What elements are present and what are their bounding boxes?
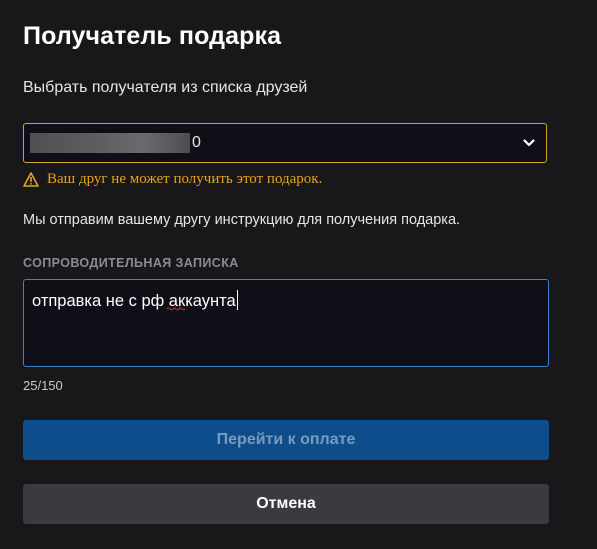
warning-triangle-icon [23,172,39,187]
character-counter: 25/150 [23,378,63,393]
recipient-select[interactable]: 0 [23,123,547,163]
recipient-select-value: 0 [30,133,201,153]
text-caret [236,290,238,310]
redacted-friend-name [30,133,190,153]
cancel-button[interactable]: Отмена [23,484,549,524]
gift-note-textarea[interactable]: отправка не с рф аккаунта [23,279,549,367]
warning-text: Ваш друг не может получить этот подарок. [47,171,323,187]
note-label: СОПРОВОДИТЕЛЬНАЯ ЗАПИСКА [23,256,239,270]
info-text: Мы отправим вашему другу инструкцию для … [23,212,461,228]
spellcheck-underline [167,307,185,311]
warning-message: Ваш друг не может получить этот подарок. [23,171,322,188]
gift-note-text: отправка не с рф аккаунта [32,292,236,310]
chevron-down-icon [523,139,535,147]
proceed-to-payment-button[interactable]: Перейти к оплате [23,420,549,460]
dialog-subtitle: Выбрать получателя из списка друзей [23,79,308,96]
dialog-title: Получатель подарка [23,22,282,50]
recipient-name-suffix: 0 [192,134,201,151]
